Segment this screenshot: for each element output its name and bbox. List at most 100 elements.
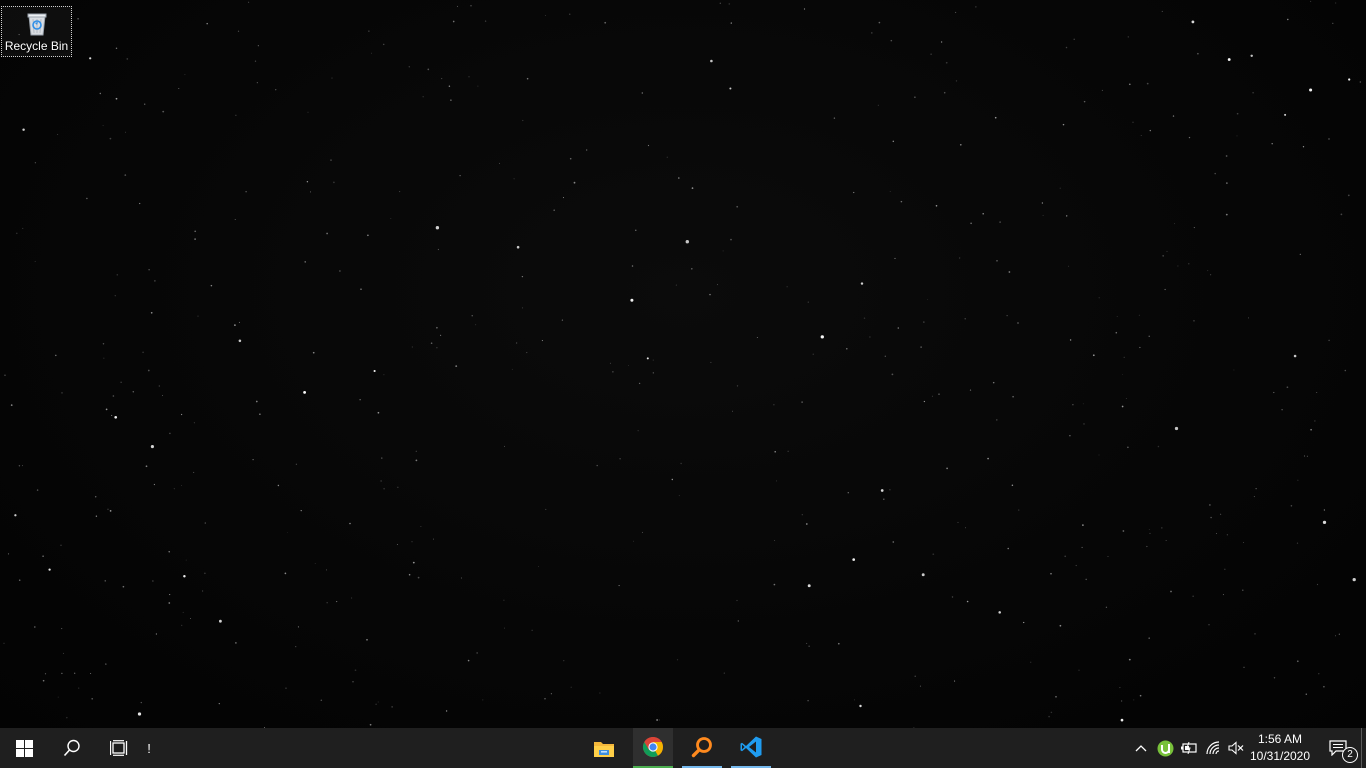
star [158, 385, 160, 387]
star [102, 343, 105, 345]
star [307, 111, 309, 113]
star [889, 191, 891, 192]
star [178, 88, 180, 90]
star [257, 45, 259, 47]
task-view-button[interactable] [96, 728, 142, 768]
star [383, 487, 385, 490]
star [863, 317, 866, 319]
star [391, 706, 393, 708]
star [503, 627, 505, 629]
star [448, 85, 451, 87]
star [1332, 22, 1334, 25]
clock[interactable]: 1:56 AM 10/31/2020 [1248, 728, 1312, 768]
star [808, 645, 810, 647]
star [923, 321, 925, 323]
star [1299, 253, 1301, 255]
star [1347, 194, 1350, 197]
star [306, 181, 309, 183]
star [966, 600, 969, 603]
star [892, 140, 895, 143]
star [504, 445, 505, 447]
vscode-taskbar-button[interactable] [731, 728, 771, 768]
star [245, 191, 247, 193]
star [1119, 687, 1121, 689]
star [709, 293, 711, 296]
star [920, 346, 922, 348]
star [1305, 693, 1308, 695]
star [773, 404, 775, 406]
star [1284, 113, 1287, 116]
star [641, 531, 644, 533]
star [36, 489, 39, 491]
star [204, 572, 206, 575]
star [193, 471, 195, 473]
star [450, 99, 452, 101]
search-button[interactable] [48, 728, 96, 768]
star [1075, 564, 1077, 567]
star [970, 222, 972, 225]
utorrent-tray-button[interactable] [1154, 728, 1176, 768]
star [516, 342, 518, 344]
star [111, 414, 113, 416]
star [1115, 331, 1118, 334]
star [1122, 530, 1125, 532]
star [1059, 624, 1062, 627]
star [1065, 215, 1068, 217]
file-explorer-taskbar-button[interactable] [584, 728, 624, 768]
star [563, 660, 565, 662]
chrome-taskbar-button[interactable] [633, 728, 673, 768]
star [498, 162, 501, 164]
star [115, 47, 118, 50]
star [1083, 423, 1085, 425]
star [807, 699, 809, 702]
star [531, 629, 533, 631]
star [303, 390, 307, 394]
star [370, 52, 372, 54]
star [609, 362, 611, 364]
star [467, 659, 470, 662]
star [538, 566, 539, 568]
star [1225, 155, 1228, 157]
star [1085, 578, 1087, 581]
star [1062, 123, 1065, 126]
star [310, 191, 311, 193]
taskbar-alert[interactable]: ! [142, 728, 156, 768]
star [1017, 322, 1019, 324]
star [312, 351, 315, 354]
star [140, 701, 142, 704]
recycle-bin-shortcut[interactable]: Recycle Bin [1, 6, 72, 57]
star [90, 672, 92, 675]
star [61, 392, 63, 394]
star [776, 480, 778, 482]
magnifier-app-icon [691, 737, 712, 758]
volume-tray-button[interactable] [1226, 728, 1246, 768]
star [1243, 542, 1244, 543]
star [122, 585, 125, 588]
star [1127, 36, 1129, 38]
star [114, 295, 116, 297]
star [1082, 524, 1084, 526]
star [880, 489, 884, 492]
star [235, 642, 237, 644]
show-desktop-button[interactable] [1361, 728, 1366, 768]
clock-time: 1:56 AM [1257, 732, 1303, 746]
star [1170, 590, 1172, 593]
star [964, 318, 966, 320]
star [148, 269, 150, 271]
battery-tray-button[interactable] [1178, 728, 1200, 768]
star [375, 703, 377, 705]
star [852, 558, 856, 561]
star [1120, 700, 1123, 702]
star [1162, 255, 1164, 257]
star [399, 191, 401, 193]
show-hidden-icons-button[interactable] [1130, 728, 1152, 768]
star [415, 459, 418, 462]
star [812, 353, 814, 355]
action-center-button[interactable]: 2 [1318, 728, 1358, 768]
start-button[interactable] [0, 728, 48, 768]
star [729, 87, 732, 90]
star [396, 544, 398, 545]
network-tray-button[interactable] [1203, 728, 1225, 768]
search-app-taskbar-button[interactable] [682, 728, 722, 768]
star [42, 679, 45, 682]
